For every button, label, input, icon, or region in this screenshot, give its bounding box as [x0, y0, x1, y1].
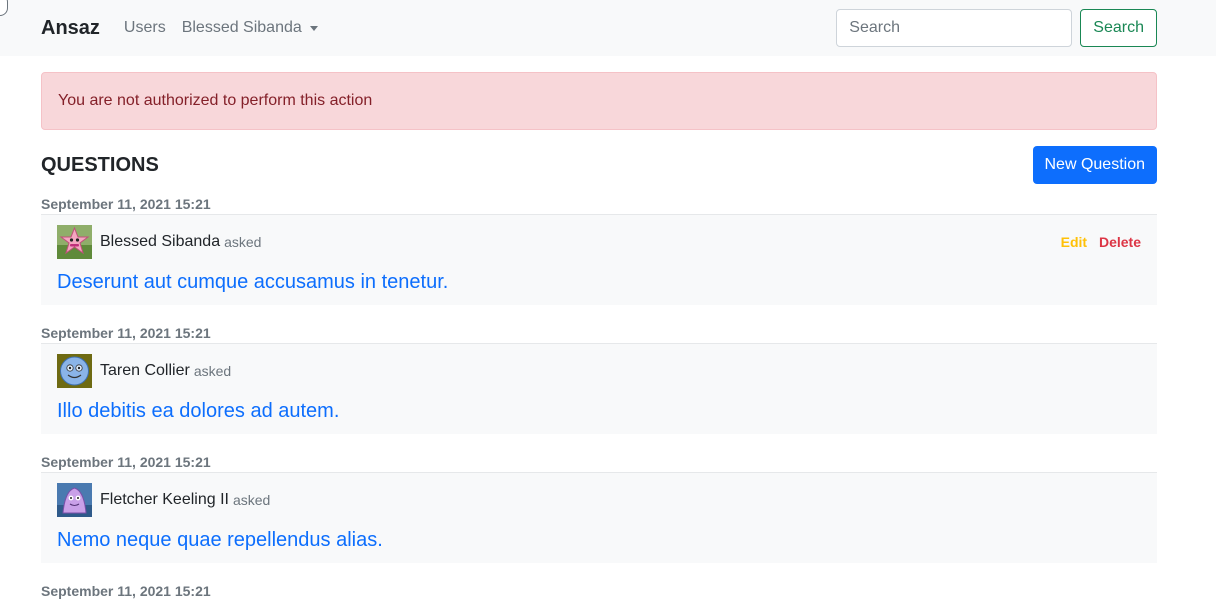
user-menu-label: Blessed Sibanda	[181, 19, 302, 36]
nav-link-users[interactable]: Users	[124, 19, 166, 37]
pink-star-avatar-icon	[57, 225, 92, 259]
page-title: QUESTIONS	[41, 153, 159, 176]
question-title-link[interactable]: Deserunt aut cumque accusamus in tenetur…	[57, 271, 1141, 294]
purple-blob-avatar-icon	[57, 483, 92, 517]
chevron-down-icon	[309, 25, 318, 31]
question-meta: Taren Collier asked	[57, 354, 1141, 388]
main-content: You are not authorized to perform this a…	[41, 72, 1157, 601]
question-card: Taren Collier asked Illo debitis ea dolo…	[41, 343, 1157, 434]
question-item: September 11, 2021 15:21 Fletcher Keelin…	[41, 453, 1157, 563]
question-date: September 11, 2021 15:21	[41, 196, 211, 212]
search-button[interactable]: Search	[1080, 9, 1157, 47]
questions-header: QUESTIONS New Question	[41, 146, 1157, 184]
question-date: September 11, 2021 15:21	[41, 583, 211, 599]
user-menu-dropdown[interactable]: Blessed Sibanda	[182, 19, 318, 37]
search-input[interactable]	[836, 9, 1073, 47]
question-title-link[interactable]: Nemo neque quae repellendus alias.	[57, 529, 1141, 552]
question-item: September 11, 2021 15:21	[41, 582, 1157, 601]
blue-face-avatar-icon	[57, 354, 92, 388]
question-item: September 11, 2021 15:21 Blessed Sibanda…	[41, 195, 1157, 305]
new-question-button[interactable]: New Question	[1032, 146, 1157, 184]
question-date: September 11, 2021 15:21	[41, 325, 211, 341]
question-card: Blessed Sibanda asked Edit Delete Deseru…	[41, 214, 1157, 305]
brand-logo[interactable]: Ansaz	[41, 17, 100, 40]
navbar: Ansaz Users Blessed Sibanda Search	[0, 0, 1216, 56]
edit-link[interactable]: Edit	[1061, 234, 1087, 250]
question-actions: Edit Delete	[1061, 234, 1141, 250]
question-item: September 11, 2021 15:21 Taren Collier a…	[41, 324, 1157, 434]
delete-link[interactable]: Delete	[1099, 234, 1141, 250]
alert-message: You are not authorized to perform this a…	[58, 92, 373, 109]
question-author[interactable]: Taren Collier	[100, 362, 190, 380]
question-author[interactable]: Fletcher Keeling II	[100, 491, 229, 509]
question-card: Fletcher Keeling II asked Nemo neque qua…	[41, 472, 1157, 563]
question-author[interactable]: Blessed Sibanda	[100, 233, 220, 251]
asked-label: asked	[224, 234, 262, 250]
question-meta: Fletcher Keeling II asked	[57, 483, 1141, 517]
question-meta: Blessed Sibanda asked Edit Delete	[57, 225, 1141, 259]
asked-label: asked	[193, 363, 232, 379]
asked-label: asked	[232, 492, 271, 508]
question-title-link[interactable]: Illo debitis ea dolores ad autem.	[57, 400, 1141, 423]
question-date: September 11, 2021 15:21	[41, 454, 211, 470]
error-alert: You are not authorized to perform this a…	[41, 72, 1157, 130]
